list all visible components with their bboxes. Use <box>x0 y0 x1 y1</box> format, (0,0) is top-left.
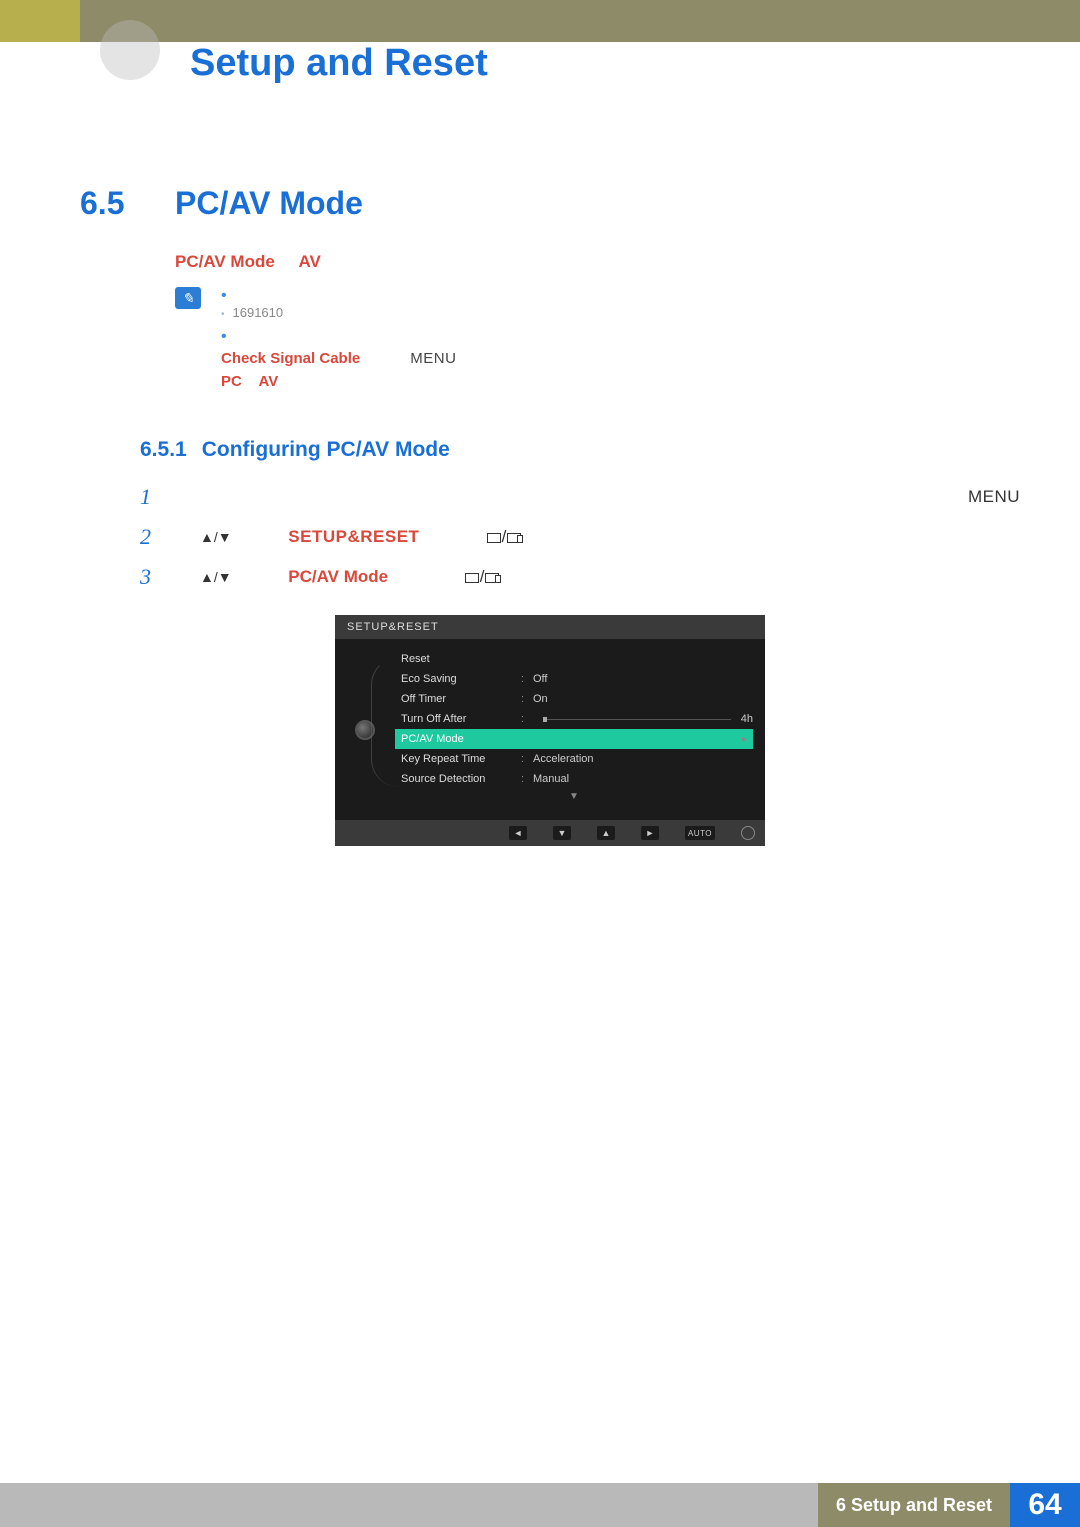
osd-value-krt: Acceleration <box>533 753 594 765</box>
osd-value-offtimer: On <box>533 693 548 705</box>
osd-row-off-timer[interactable]: Off Timer : On <box>395 689 753 709</box>
step-3-number: 3 <box>140 564 200 590</box>
note-pc: PC <box>221 373 242 390</box>
osd-menu: SETUP&RESET Reset Eco Saving : Off Off T… <box>335 615 765 846</box>
osd-label-offtimer: Off Timer <box>401 693 521 705</box>
step-3-arrows: ▲/▼ <box>200 569 232 585</box>
subsection-title: Configuring PC/AV Mode <box>202 438 450 462</box>
note-av: AV <box>259 373 279 390</box>
step-2-target: SETUP&RESET <box>288 527 419 546</box>
osd-slider <box>543 719 731 720</box>
source-icon <box>487 533 501 543</box>
osd-footer: ◄ ▼ ▲ ► AUTO <box>335 820 765 846</box>
source-icon-2 <box>465 573 479 583</box>
osd-scroll-down-icon: ▼ <box>395 789 753 810</box>
osd-row-pcav-mode[interactable]: PC/AV Mode ▸ <box>395 729 753 749</box>
footer-page-number: 64 <box>1010 1483 1080 1527</box>
osd-label-toa: Turn Off After <box>401 713 521 725</box>
osd-row-reset[interactable]: Reset <box>395 649 753 669</box>
osd-row-eco-saving[interactable]: Eco Saving : Off <box>395 669 753 689</box>
step-1-menu: MENU <box>968 487 1020 507</box>
intro-line: PC/AV Mode AV <box>175 252 1020 272</box>
osd-label-krt: Key Repeat Time <box>401 753 521 765</box>
osd-nav-left-icon[interactable]: ◄ <box>509 826 527 840</box>
subsection-number: 6.5.1 <box>140 438 187 462</box>
step-2-arrows: ▲/▼ <box>200 529 232 545</box>
intro-pcav: PC/AV Mode <box>175 252 275 271</box>
step-2-text: ▲/▼ SETUP&RESET / <box>200 527 1020 547</box>
enter-icon-2 <box>485 573 499 583</box>
section-title: PC/AV Mode <box>175 185 363 222</box>
chapter-number-badge <box>100 20 160 80</box>
osd-label-eco: Eco Saving <box>401 673 521 685</box>
step-3-text: ▲/▼ PC/AV Mode / <box>200 567 1020 587</box>
section-number: 6.5 <box>80 185 175 222</box>
osd-power-icon[interactable] <box>741 826 755 840</box>
chevron-right-icon: ▸ <box>742 734 747 745</box>
note-icon <box>175 287 201 309</box>
osd-label-sd: Source Detection <box>401 773 521 785</box>
chapter-title: Setup and Reset <box>190 42 488 85</box>
step-3-target: PC/AV Mode <box>288 567 388 586</box>
note-bullets: 1691610 Check Signal Cable MENU PC AV <box>221 287 456 398</box>
osd-nav-up-icon[interactable]: ▲ <box>597 826 615 840</box>
osd-row-key-repeat[interactable]: Key Repeat Time : Acceleration <box>395 749 753 769</box>
page-footer: 6 Setup and Reset 64 <box>0 1483 1080 1527</box>
osd-title: SETUP&RESET <box>335 615 765 639</box>
osd-label-reset: Reset <box>401 653 521 665</box>
intro-av: AV <box>298 252 320 271</box>
osd-value-eco: Off <box>533 673 547 685</box>
osd-value-toa: 4h <box>741 713 753 725</box>
osd-auto-button[interactable]: AUTO <box>685 826 715 840</box>
osd-nav-down-icon[interactable]: ▼ <box>553 826 571 840</box>
osd-label-pcav: PC/AV Mode <box>401 733 521 745</box>
osd-nav-right-icon[interactable]: ► <box>641 826 659 840</box>
footer-chapter: 6 Setup and Reset <box>818 1483 1010 1527</box>
step-2-number: 2 <box>140 524 200 550</box>
osd-graphic <box>335 649 395 810</box>
check-signal-cable: Check Signal Cable <box>221 350 360 367</box>
note-sub-text: 1691610 <box>233 305 284 320</box>
osd-row-source-detection[interactable]: Source Detection : Manual <box>395 769 753 789</box>
header-bar <box>0 0 1080 42</box>
step-1-number: 1 <box>140 484 200 510</box>
osd-row-turn-off-after[interactable]: Turn Off After : 4h <box>395 709 753 729</box>
menu-word-1: MENU <box>410 350 456 367</box>
enter-icon <box>507 533 521 543</box>
osd-value-sd: Manual <box>533 773 569 785</box>
header-accent <box>0 0 80 42</box>
